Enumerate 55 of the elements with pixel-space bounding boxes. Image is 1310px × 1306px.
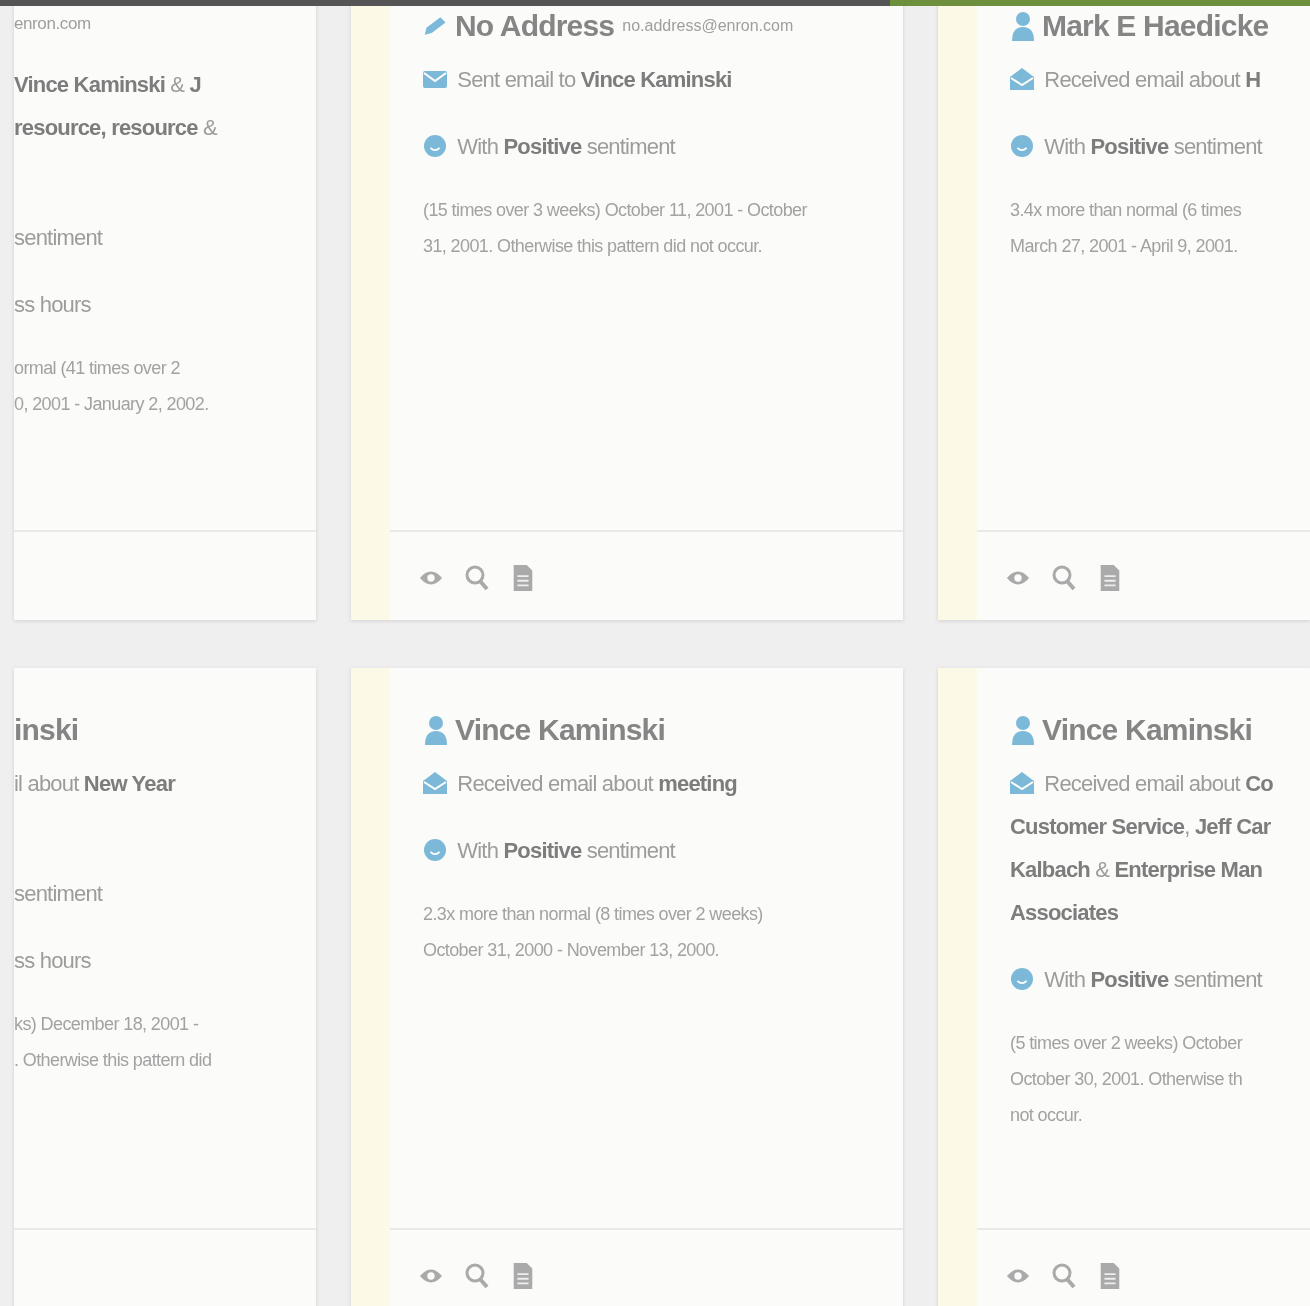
pattern-text: (5 times over 2 weeks) October — [1010, 1033, 1243, 1053]
open-envelope-icon — [423, 772, 447, 794]
sentiment-text: With Positive sentiment — [457, 134, 675, 159]
contact-name: Mark E Haedicke — [1042, 9, 1269, 43]
time-text: ss hours — [14, 292, 91, 317]
activity-text: Customer Service, Jeff Car — [1010, 814, 1271, 839]
sentiment-text: sentiment — [14, 225, 103, 250]
activity-text: Kalbach & Enterprise Man — [1010, 857, 1263, 882]
pattern-text: 0, 2001 - January 2, 2002. — [14, 394, 209, 414]
open-envelope-icon — [1010, 772, 1034, 794]
email-address: no.address@enron.com — [622, 17, 794, 35]
activity-text: resource, resource & — [14, 115, 217, 140]
email-address: enron.com — [14, 14, 91, 33]
pattern-text: 2.3x more than normal (8 times over 2 weeks) October 31, 2000 - November 13, 2000. — [423, 904, 763, 960]
person-icon — [1010, 11, 1036, 41]
document-icon[interactable] — [511, 1263, 535, 1289]
pattern-text: March 27, 2001 - April 9, 2001. — [1010, 236, 1238, 256]
pattern-text: 3.4x more than normal (6 times — [1010, 200, 1242, 220]
activity-text: Received email about meeting — [457, 771, 737, 796]
open-envelope-icon — [1010, 68, 1034, 90]
search-icon[interactable] — [1052, 565, 1076, 591]
pattern-text: ks) December 18, 2001 - — [14, 1014, 199, 1034]
envelope-icon — [423, 68, 447, 90]
person-icon — [1010, 715, 1036, 745]
search-icon[interactable] — [1052, 1263, 1076, 1289]
smiley-icon — [423, 839, 447, 861]
sentiment-text: sentiment — [14, 881, 103, 906]
contact-name: inski — [14, 713, 79, 747]
sentiment-text: With Positive sentiment — [457, 838, 675, 863]
contact-name: Vince Kaminski — [1042, 713, 1253, 747]
search-icon[interactable] — [465, 565, 489, 591]
contact-name: Vince Kaminski — [455, 713, 666, 747]
document-icon[interactable] — [511, 565, 535, 591]
document-icon[interactable] — [1098, 565, 1122, 591]
smiley-icon — [1010, 135, 1034, 157]
activity-text: Associates — [1010, 900, 1119, 925]
activity-text: il about New Year — [14, 771, 175, 796]
sentiment-text: With Positive sentiment — [1044, 967, 1262, 992]
smiley-icon — [1010, 968, 1034, 990]
sentiment-text: With Positive sentiment — [1044, 134, 1262, 159]
smiley-icon — [423, 135, 447, 157]
pattern-text: ormal (41 times over 2 — [14, 358, 180, 378]
document-icon[interactable] — [1098, 1263, 1122, 1289]
activity-text: Vince Kaminski & J — [14, 72, 201, 97]
activity-text: Received email about H — [1044, 67, 1261, 92]
pattern-text: (15 times over 3 weeks) October 11, 2001 - October 31, 2001. Otherwise this pattern did not occur. — [423, 200, 807, 256]
time-text: ss hours — [14, 948, 91, 973]
pattern-text: not occur. — [1010, 1105, 1083, 1125]
search-icon[interactable] — [465, 1263, 489, 1289]
activity-text: Sent email to Vince Kaminski — [457, 67, 732, 92]
contact-name: No Address — [455, 9, 615, 43]
pattern-text: October 30, 2001. Otherwise th — [1010, 1069, 1243, 1089]
person-icon — [423, 715, 449, 745]
activity-text: Received email about Co — [1044, 771, 1273, 796]
pattern-text: . Otherwise this pattern did — [14, 1050, 212, 1070]
